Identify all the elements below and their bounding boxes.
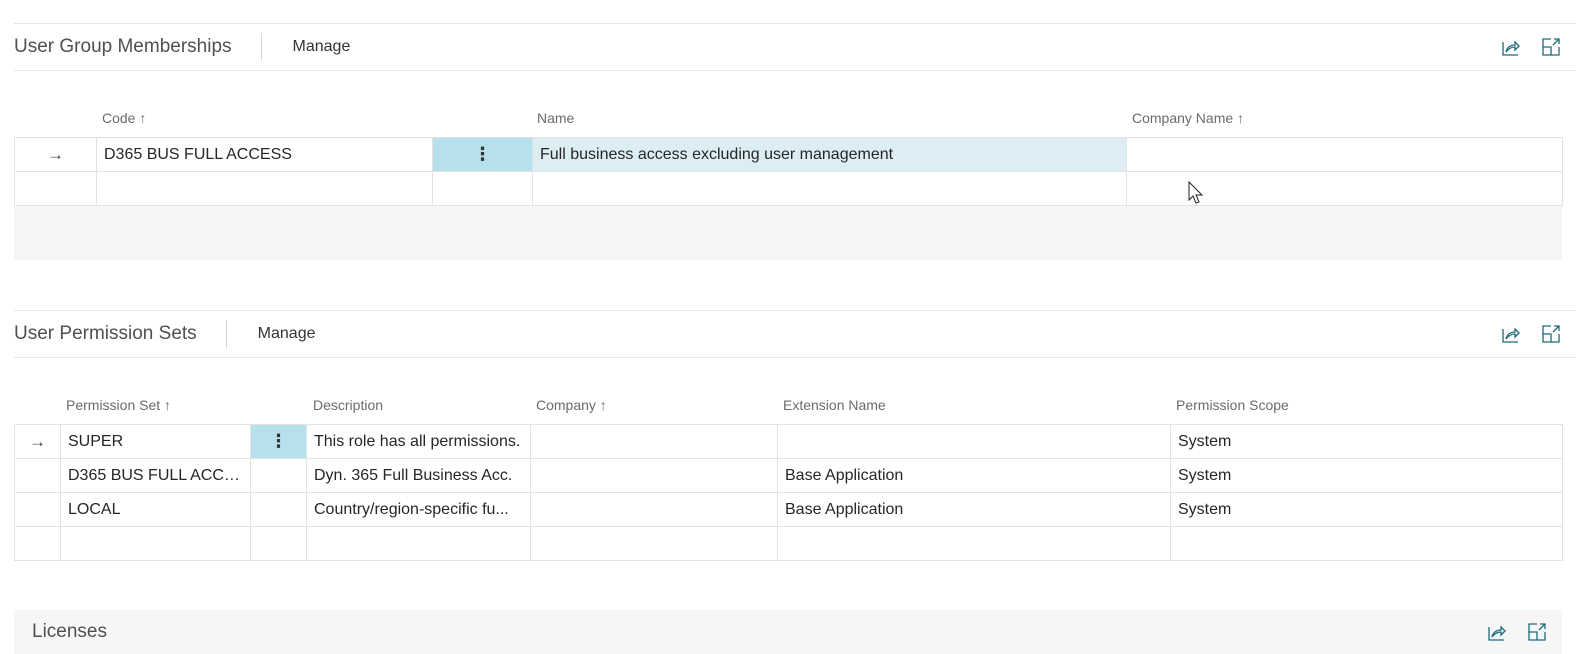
row-indicator: → bbox=[14, 137, 97, 172]
part-title[interactable]: User Permission Sets bbox=[14, 323, 226, 345]
permission-set-cell[interactable] bbox=[60, 526, 251, 561]
row-indicator bbox=[14, 492, 61, 527]
part-title[interactable]: Licenses bbox=[14, 621, 136, 643]
code-cell[interactable] bbox=[96, 171, 433, 206]
column-header-permission-scope[interactable]: Permission Scope bbox=[1176, 397, 1289, 413]
permission-scope-cell[interactable]: System bbox=[1170, 424, 1563, 459]
mouse-cursor-icon bbox=[1188, 181, 1204, 204]
expand-icon[interactable] bbox=[1526, 621, 1548, 643]
share-icon[interactable] bbox=[1500, 323, 1522, 345]
column-header-permission-set[interactable]: Permission Set ↑ bbox=[66, 397, 171, 413]
permission-scope-cell[interactable]: System bbox=[1170, 492, 1563, 527]
company-cell[interactable] bbox=[530, 424, 778, 459]
share-icon[interactable] bbox=[1500, 36, 1522, 58]
extension-name-cell[interactable] bbox=[777, 526, 1171, 561]
company-cell[interactable] bbox=[530, 492, 778, 527]
user-permission-sets-part: User Permission Sets Manage Permission S… bbox=[14, 310, 1576, 570]
column-header-name[interactable]: Name bbox=[537, 110, 574, 126]
row-actions-cell[interactable] bbox=[250, 526, 307, 561]
part-actions bbox=[1500, 24, 1562, 70]
name-cell[interactable] bbox=[532, 171, 1127, 206]
row-indicator bbox=[14, 526, 61, 561]
part-actions bbox=[1486, 610, 1548, 654]
table-row[interactable] bbox=[14, 526, 1563, 561]
grid-empty-area bbox=[14, 206, 1562, 260]
permission-sets-table: → SUPER ⋮ This role has all permissions.… bbox=[14, 424, 1563, 561]
permission-scope-cell[interactable] bbox=[1170, 526, 1563, 561]
permission-set-cell[interactable]: D365 BUS FULL ACCESS bbox=[60, 458, 251, 493]
extension-name-cell[interactable] bbox=[777, 424, 1171, 459]
table-row[interactable]: D365 BUS FULL ACCESS Dyn. 365 Full Busin… bbox=[14, 458, 1563, 493]
row-indicator: → bbox=[14, 424, 61, 459]
table-row[interactable]: → SUPER ⋮ This role has all permissions.… bbox=[14, 424, 1563, 459]
permission-set-cell[interactable]: LOCAL bbox=[60, 492, 251, 527]
user-group-memberships-header: User Group Memberships Manage bbox=[14, 23, 1576, 71]
manage-button[interactable]: Manage bbox=[262, 38, 351, 56]
row-indicator bbox=[14, 171, 97, 206]
extension-name-cell[interactable]: Base Application bbox=[777, 458, 1171, 493]
manage-button[interactable]: Manage bbox=[227, 325, 316, 343]
user-group-table: → D365 BUS FULL ACCESS ⋮ Full business a… bbox=[14, 137, 1563, 206]
company-cell[interactable] bbox=[530, 526, 778, 561]
description-cell[interactable]: This role has all permissions. bbox=[306, 424, 531, 459]
expand-icon[interactable] bbox=[1540, 323, 1562, 345]
table-row[interactable] bbox=[14, 171, 1563, 206]
row-actions-cell[interactable] bbox=[432, 171, 533, 206]
code-cell[interactable]: D365 BUS FULL ACCESS bbox=[96, 137, 433, 172]
column-header-description[interactable]: Description bbox=[313, 397, 383, 413]
row-indicator bbox=[14, 458, 61, 493]
column-header-company[interactable]: Company ↑ bbox=[536, 397, 607, 413]
extension-name-cell[interactable]: Base Application bbox=[777, 492, 1171, 527]
part-title[interactable]: User Group Memberships bbox=[14, 36, 261, 58]
user-permission-sets-header: User Permission Sets Manage bbox=[14, 310, 1576, 358]
table-row[interactable]: LOCAL Country/region-specific fu... Base… bbox=[14, 492, 1563, 527]
description-cell[interactable]: Country/region-specific fu... bbox=[306, 492, 531, 527]
share-icon[interactable] bbox=[1486, 621, 1508, 643]
description-cell[interactable] bbox=[306, 526, 531, 561]
company-name-cell[interactable] bbox=[1126, 137, 1563, 172]
row-actions-cell[interactable] bbox=[250, 492, 307, 527]
user-group-memberships-part: User Group Memberships Manage Code ↑ Nam… bbox=[14, 23, 1576, 263]
row-actions-menu[interactable]: ⋮ bbox=[432, 137, 533, 172]
part-actions bbox=[1500, 311, 1562, 357]
row-actions-menu[interactable]: ⋮ bbox=[250, 424, 307, 459]
table-row[interactable]: → D365 BUS FULL ACCESS ⋮ Full business a… bbox=[14, 137, 1563, 172]
permission-scope-cell[interactable]: System bbox=[1170, 458, 1563, 493]
licenses-part-header: Licenses bbox=[14, 610, 1562, 654]
column-header-extension-name[interactable]: Extension Name bbox=[783, 397, 886, 413]
company-cell[interactable] bbox=[530, 458, 778, 493]
column-header-company-name[interactable]: Company Name ↑ bbox=[1132, 110, 1244, 126]
description-cell[interactable]: Dyn. 365 Full Business Acc. bbox=[306, 458, 531, 493]
row-actions-cell[interactable] bbox=[250, 458, 307, 493]
column-header-code[interactable]: Code ↑ bbox=[102, 110, 146, 126]
permission-set-cell[interactable]: SUPER bbox=[60, 424, 251, 459]
expand-icon[interactable] bbox=[1540, 36, 1562, 58]
name-cell[interactable]: Full business access excluding user mana… bbox=[532, 137, 1127, 172]
